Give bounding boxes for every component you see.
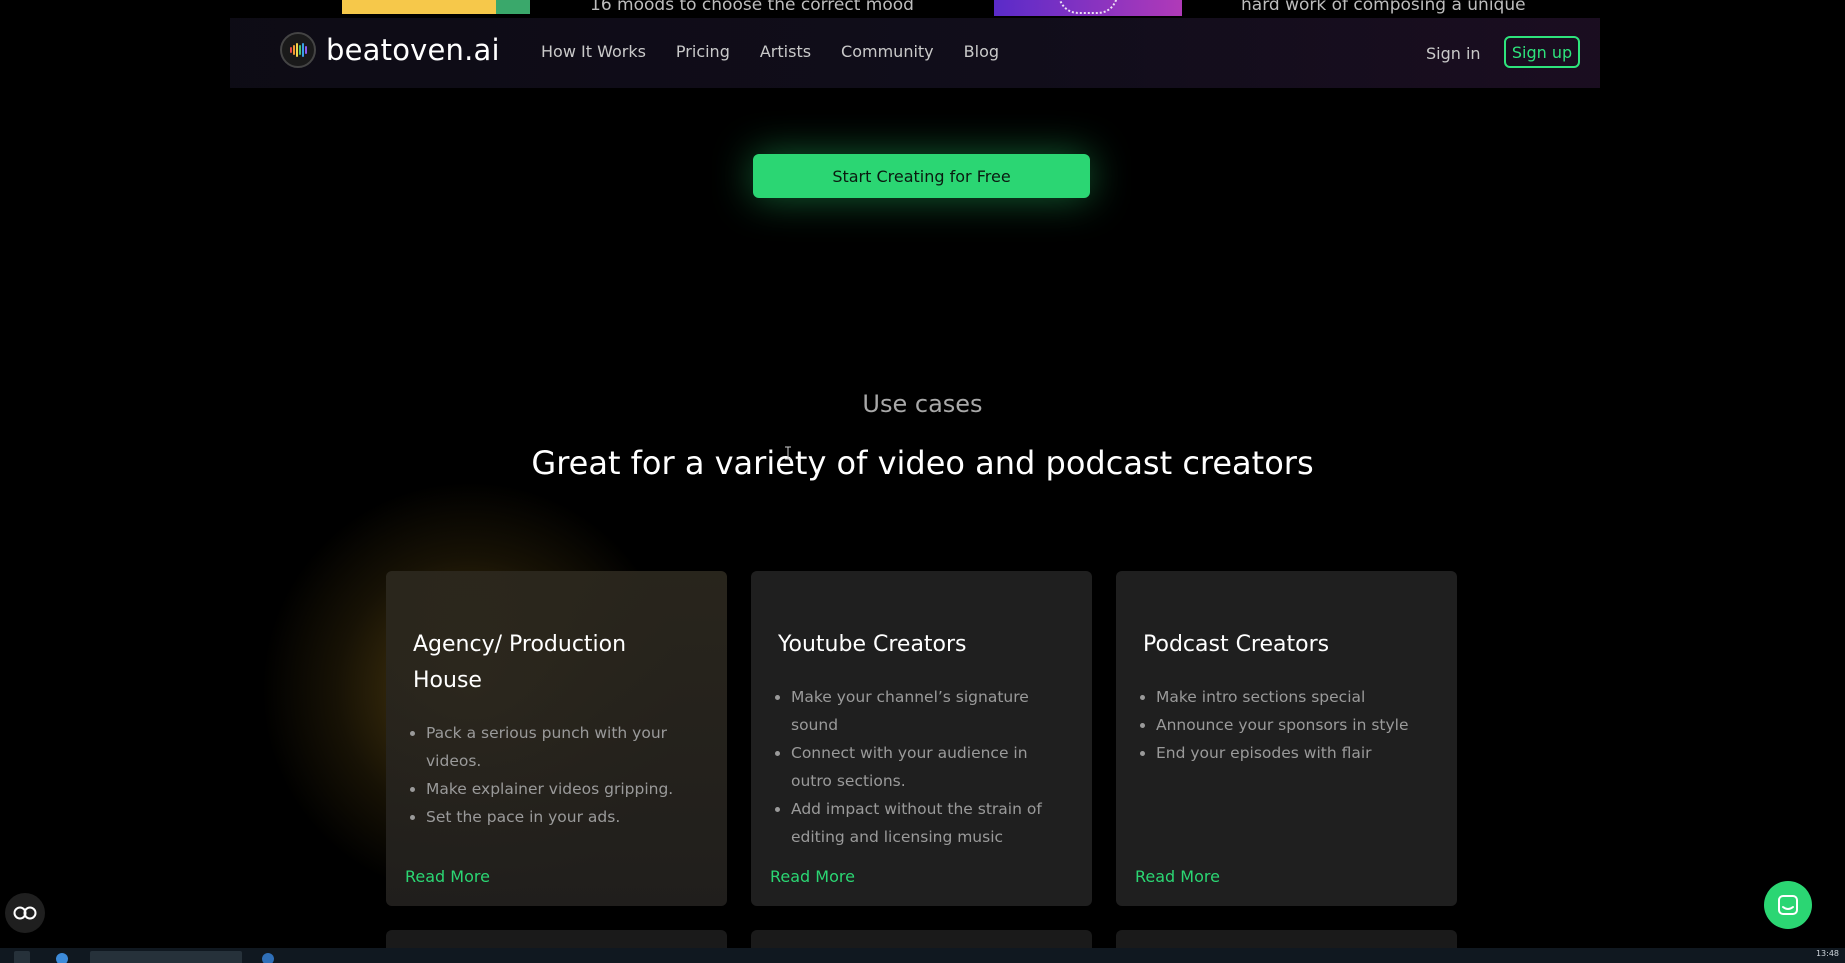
card-title: Agency/ Production House [413, 632, 627, 693]
read-more-link[interactable]: Read More [770, 867, 855, 886]
previous-section-strip: 16 moods to choose the correct mood hard… [0, 0, 1845, 18]
mood-caption: 16 moods to choose the correct mood [590, 0, 914, 15]
accessibility-button[interactable] [5, 893, 45, 933]
nav-link-community[interactable]: Community [841, 42, 934, 61]
nav-links: How It Works Pricing Artists Community B… [541, 42, 999, 61]
text-cursor-icon [785, 446, 791, 460]
browser-icon[interactable] [56, 953, 68, 963]
next-card-peek [751, 930, 1092, 950]
sunburst-graphic [1058, 0, 1118, 14]
list-item: Set the pace in your ads. [426, 803, 706, 831]
compose-caption: hard work of composing a unique [1241, 0, 1526, 15]
card-bullets: Pack a serious punch with your videos. M… [413, 719, 706, 831]
next-card-peek [386, 930, 727, 950]
logo[interactable]: beatoven.ai [280, 32, 500, 68]
chat-button[interactable] [1764, 881, 1812, 929]
os-taskbar: 13:48 [0, 948, 1845, 963]
nav-link-how-it-works[interactable]: How It Works [541, 42, 646, 61]
equalizer-logo-icon [280, 32, 316, 68]
nav-link-blog[interactable]: Blog [964, 42, 999, 61]
logo-text: beatoven.ai [326, 33, 500, 67]
next-card-peek [1116, 930, 1457, 950]
section-eyebrow: Use cases [862, 390, 983, 418]
list-item: Make explainer videos gripping. [426, 775, 706, 803]
sign-in-link[interactable]: Sign in [1426, 44, 1481, 63]
mood-thumbnail [342, 0, 530, 14]
list-item: Add impact without the strain of editing… [791, 795, 1071, 851]
card-title: Podcast Creators [1143, 632, 1330, 657]
list-item: Pack a serious punch with your videos. [426, 719, 706, 775]
card-bullets: Make intro sections special Announce you… [1143, 683, 1436, 767]
page: 16 moods to choose the correct mood hard… [0, 0, 1845, 963]
section-headline: Great for a variety of video and podcast… [531, 444, 1314, 482]
use-case-card-agency: Agency/ Production House Pack a serious … [386, 571, 727, 906]
card-title: Youtube Creators [778, 632, 967, 657]
nav-link-artists[interactable]: Artists [760, 42, 811, 61]
taskbar-window-tab[interactable] [90, 951, 242, 963]
list-item: Connect with your audience in outro sect… [791, 739, 1071, 795]
start-creating-button[interactable]: Start Creating for Free [753, 154, 1090, 198]
list-item: End your episodes with flair [1156, 739, 1436, 767]
use-case-card-podcast: Podcast Creators Make intro sections spe… [1116, 571, 1457, 906]
sign-up-button[interactable]: Sign up [1504, 36, 1580, 68]
list-item: Make intro sections special [1156, 683, 1436, 711]
list-item: Announce your sponsors in style [1156, 711, 1436, 739]
read-more-link[interactable]: Read More [405, 867, 490, 886]
read-more-link[interactable]: Read More [1135, 867, 1220, 886]
navbar: beatoven.ai How It Works Pricing Artists… [230, 18, 1600, 88]
chat-icon [1778, 895, 1798, 915]
nav-link-pricing[interactable]: Pricing [676, 42, 730, 61]
use-case-card-youtube: Youtube Creators Make your channel’s sig… [751, 571, 1092, 906]
accessibility-icon [13, 906, 37, 920]
compose-thumbnail [994, 0, 1182, 16]
app-icon[interactable] [262, 953, 274, 963]
card-bullets: Make your channel’s signature sound Conn… [778, 683, 1071, 851]
start-icon[interactable] [14, 951, 30, 963]
clock: 13:48 [1815, 949, 1839, 958]
list-item: Make your channel’s signature sound [791, 683, 1071, 739]
